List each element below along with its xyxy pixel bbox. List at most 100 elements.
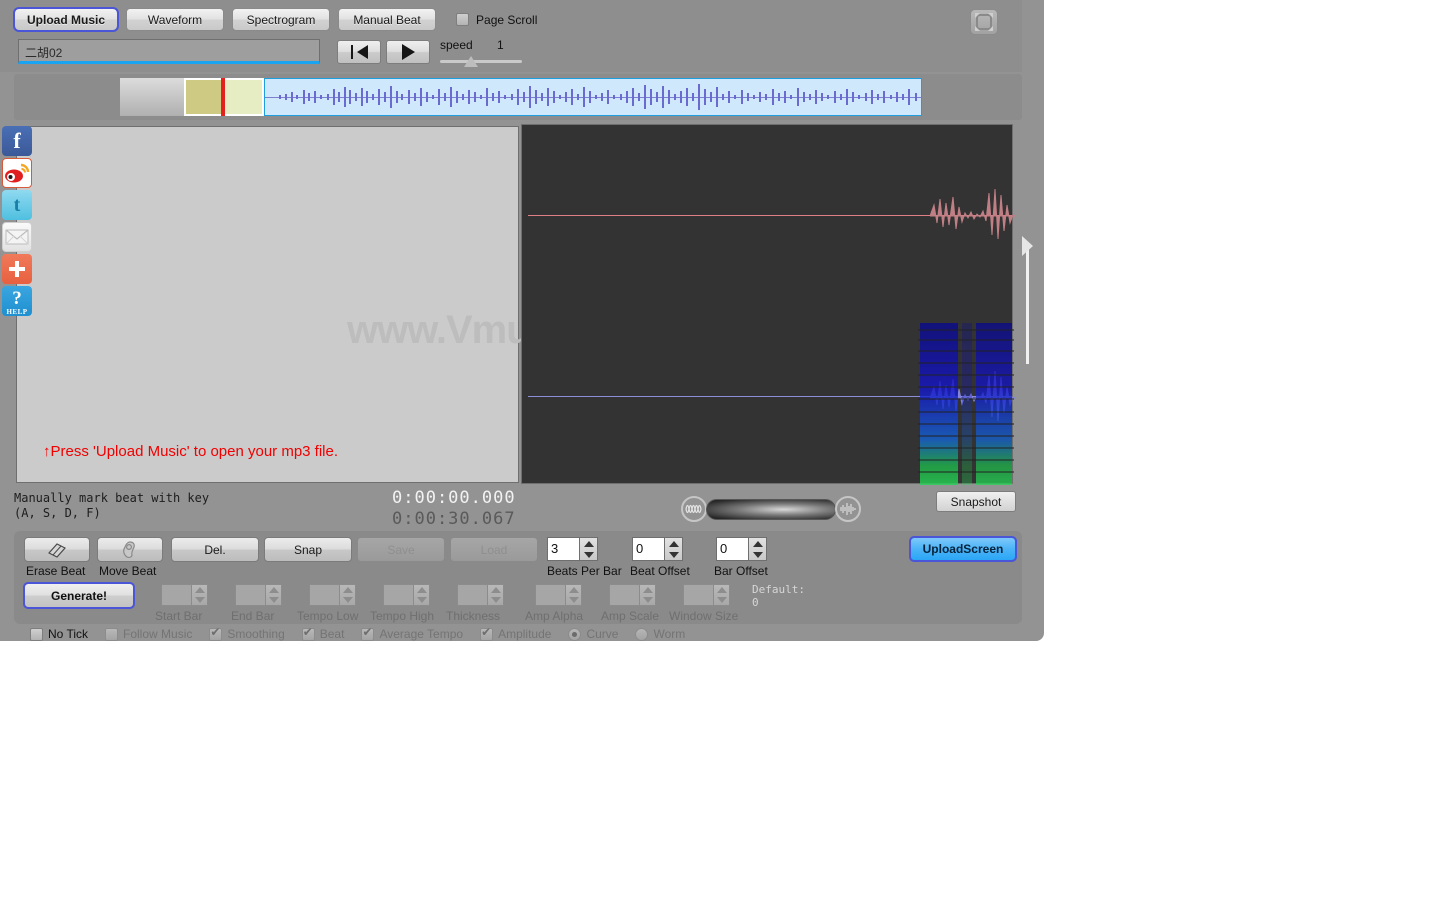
analysis-panel[interactable] <box>521 124 1016 485</box>
vertical-slider-track[interactable] <box>1026 246 1029 364</box>
default-note-line-2: 0 <box>752 596 759 609</box>
option-follow-music[interactable]: Follow Music <box>105 627 192 641</box>
tab-upload-music[interactable]: Upload Music <box>12 7 120 32</box>
option-no-tick[interactable]: No Tick <box>30 627 88 641</box>
beats-per-bar-value[interactable]: 3 <box>547 537 579 561</box>
average-tempo-label: Average Tempo <box>379 627 464 641</box>
start-bar-arrows[interactable] <box>191 584 208 606</box>
amplitude-checkbox[interactable] <box>480 626 494 641</box>
tempo-high-stepper[interactable] <box>383 584 430 606</box>
default-value-note: Default: 0 <box>752 583 805 609</box>
generate-button[interactable]: Generate! <box>23 582 135 609</box>
thickness-value[interactable] <box>457 584 487 606</box>
song-name-input[interactable]: 二胡02 <box>18 39 320 64</box>
tab-manual-beat[interactable]: Manual Beat <box>338 8 437 31</box>
no-tick-checkbox[interactable] <box>30 627 43 641</box>
page-scroll-control[interactable]: Page Scroll <box>456 13 537 27</box>
worm-label: Worm <box>653 627 686 641</box>
playhead-cursor[interactable] <box>221 78 225 116</box>
option-curve[interactable]: Curve <box>568 627 618 641</box>
bar-offset-arrows[interactable] <box>748 537 767 561</box>
start-bar-value[interactable] <box>161 584 191 606</box>
share-more-icon[interactable] <box>2 254 32 284</box>
amp-alpha-arrows[interactable] <box>565 584 582 606</box>
weibo-icon[interactable] <box>2 158 32 188</box>
end-bar-stepper[interactable] <box>235 584 282 606</box>
start-bar-stepper[interactable] <box>161 584 208 606</box>
beat-checkbox[interactable] <box>301 626 315 641</box>
page-scroll-checkbox[interactable] <box>456 13 470 26</box>
twitter-icon[interactable]: t <box>2 190 32 220</box>
smoothing-checkbox[interactable] <box>209 626 223 641</box>
help-icon[interactable]: ? HELP <box>2 286 32 316</box>
option-worm[interactable]: Worm <box>635 627 685 641</box>
tempo-low-stepper[interactable] <box>309 584 356 606</box>
amplitude-label: Amplitude <box>498 627 552 641</box>
email-icon[interactable] <box>2 222 32 252</box>
average-tempo-checkbox[interactable] <box>361 626 375 641</box>
option-amplitude[interactable]: Amplitude <box>480 626 552 641</box>
save-button[interactable]: Save <box>357 537 445 562</box>
amp-scale-stepper[interactable] <box>609 584 656 606</box>
skip-back-button[interactable] <box>337 40 381 64</box>
fullscreen-icon[interactable] <box>970 9 998 35</box>
window-size-arrows[interactable] <box>713 584 730 606</box>
tempo-low-value[interactable] <box>309 584 339 606</box>
erase-beat-button[interactable] <box>24 537 90 562</box>
vertical-slider-knob[interactable] <box>1022 236 1033 256</box>
curve-label: Curve <box>586 627 619 641</box>
window-size-stepper[interactable] <box>683 584 730 606</box>
waveform-icon[interactable] <box>681 496 707 522</box>
beat-offset-value[interactable]: 0 <box>632 537 664 561</box>
end-bar-arrows[interactable] <box>265 584 282 606</box>
option-smoothing[interactable]: Smoothing <box>209 626 285 641</box>
play-button[interactable] <box>386 40 430 64</box>
volume-control[interactable] <box>681 495 861 525</box>
snapshot-label: Snapshot <box>950 494 1002 509</box>
thickness-stepper[interactable] <box>457 584 504 606</box>
tab-waveform[interactable]: Waveform <box>126 8 225 31</box>
thickness-arrows[interactable] <box>487 584 504 606</box>
worm-radio[interactable] <box>635 627 649 641</box>
beats-per-bar-arrows[interactable] <box>579 537 598 561</box>
curve-radio[interactable] <box>568 627 582 641</box>
window-size-value[interactable] <box>683 584 713 606</box>
tempo-high-arrows[interactable] <box>413 584 430 606</box>
tempo-low-arrows[interactable] <box>339 584 356 606</box>
visualizer-canvas[interactable]: www.Vmus.net ↑Press 'Upload Music' to op… <box>16 126 619 483</box>
end-bar-value[interactable] <box>235 584 265 606</box>
move-beat-label: Move Beat <box>99 564 157 578</box>
social-share-sidebar: f t ? HELP <box>2 126 32 318</box>
delete-beat-button[interactable]: Del. <box>171 537 259 562</box>
tab-spectrogram[interactable]: Spectrogram <box>232 8 331 31</box>
snap-button[interactable]: Snap <box>264 537 352 562</box>
overview-track[interactable] <box>120 78 922 116</box>
follow-music-checkbox[interactable] <box>105 627 119 641</box>
beat-offset-stepper[interactable]: 0 <box>632 537 683 561</box>
bar-offset-stepper[interactable]: 0 <box>716 537 767 561</box>
amp-alpha-stepper[interactable] <box>535 584 582 606</box>
bar-offset-value[interactable]: 0 <box>716 537 748 561</box>
option-average-tempo[interactable]: Average Tempo <box>361 626 464 641</box>
waveform-burst-red <box>930 188 1016 240</box>
move-beat-button[interactable] <box>97 537 163 562</box>
snapshot-button[interactable]: Snapshot <box>936 491 1016 512</box>
volume-slider-track[interactable] <box>706 499 836 520</box>
vertical-zoom-slider[interactable] <box>1022 236 1033 366</box>
beat-offset-arrows[interactable] <box>664 537 683 561</box>
option-beat[interactable]: Beat <box>301 626 344 641</box>
amp-scale-value[interactable] <box>609 584 639 606</box>
speed-slider-track[interactable] <box>440 60 522 63</box>
upload-screen-button[interactable]: UploadScreen <box>909 536 1017 562</box>
beats-per-bar-stepper[interactable]: 3 <box>547 537 598 561</box>
amp-scale-arrows[interactable] <box>639 584 656 606</box>
facebook-icon[interactable]: f <box>2 126 32 156</box>
overview-strip[interactable] <box>14 74 1022 120</box>
load-button[interactable]: Load <box>450 537 538 562</box>
spectrogram-patch <box>918 323 1014 485</box>
bar-offset-label: Bar Offset <box>714 564 768 578</box>
speed-slider-thumb[interactable] <box>464 56 478 67</box>
tempo-high-value[interactable] <box>383 584 413 606</box>
amp-alpha-value[interactable] <box>535 584 565 606</box>
audio-spectrum-icon[interactable] <box>835 496 861 522</box>
